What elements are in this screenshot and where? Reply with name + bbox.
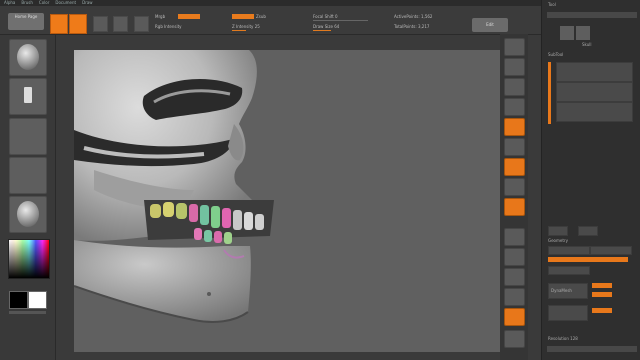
alpha-selector[interactable] xyxy=(9,118,47,155)
local-icon[interactable] xyxy=(504,198,525,216)
floor-icon[interactable] xyxy=(504,178,525,196)
material-sphere-icon xyxy=(17,201,39,227)
draw-mode-button[interactable] xyxy=(50,14,68,34)
panel-bottom-row[interactable] xyxy=(547,346,637,352)
subtool-item-3[interactable] xyxy=(556,102,633,122)
lsym-icon[interactable] xyxy=(504,228,525,246)
resolution-label: Resolution 128 xyxy=(548,336,578,341)
active-points-readout: ActivePoints: 1,562 xyxy=(394,14,433,19)
rotate-mode-button[interactable] xyxy=(113,16,128,32)
brush-selector[interactable] xyxy=(9,39,47,76)
edit-button[interactable]: Edit xyxy=(472,18,508,32)
bpr-icon[interactable] xyxy=(504,38,525,56)
resolution-slider[interactable] xyxy=(592,308,612,313)
divide-button[interactable] xyxy=(578,226,598,236)
edit-mode-button[interactable] xyxy=(134,16,149,32)
color-picker[interactable] xyxy=(8,239,50,279)
stroke-selector[interactable] xyxy=(9,78,47,115)
secondary-color-swatch[interactable] xyxy=(28,291,47,309)
focal-shift-slider[interactable]: Focal Shift 0 xyxy=(313,14,373,21)
tool-thumb-1[interactable] xyxy=(560,26,574,40)
dynamesh-group-toggle[interactable] xyxy=(592,283,612,288)
home-page-button[interactable]: Home Page xyxy=(8,13,44,30)
geometry-button[interactable] xyxy=(548,226,568,236)
tool-palette: Tool Skull SubTool Geometry DynaMesh Res… xyxy=(541,0,640,360)
higher-res-button[interactable] xyxy=(590,246,632,255)
left-shelf xyxy=(0,35,56,360)
zadd-toggle[interactable] xyxy=(232,14,254,19)
zremesher-button[interactable] xyxy=(548,305,588,321)
main-color-swatch[interactable] xyxy=(9,291,28,309)
scale-mode-button[interactable] xyxy=(93,16,108,32)
rotate-icon[interactable] xyxy=(504,330,525,348)
scale-icon[interactable] xyxy=(504,308,525,326)
xyz-icon[interactable] xyxy=(504,248,525,266)
zsub-toggle[interactable]: Zsub xyxy=(256,14,276,19)
zoom-icon[interactable] xyxy=(504,98,525,116)
stroke-icon xyxy=(24,87,32,103)
subtool-item-2[interactable] xyxy=(556,82,633,102)
subtool-label[interactable]: SubTool xyxy=(548,52,563,57)
scroll-icon[interactable] xyxy=(504,78,525,96)
viewport-canvas[interactable] xyxy=(74,50,500,352)
dynamesh-button[interactable]: DynaMesh xyxy=(548,283,588,299)
material-selector[interactable] xyxy=(9,196,47,233)
tool-thumb-2[interactable] xyxy=(576,26,590,40)
rgb-toggle[interactable] xyxy=(178,14,200,19)
z-intensity-slider[interactable]: Z Intensity 25 xyxy=(232,24,292,31)
aahalf-icon[interactable] xyxy=(504,138,525,156)
persp-icon[interactable] xyxy=(504,158,525,176)
sdiv-slider[interactable] xyxy=(548,257,628,262)
tool-thumb-label: Skull xyxy=(582,42,592,47)
move-mode-button[interactable] xyxy=(69,14,87,34)
mrgb-toggle[interactable]: Mrgb xyxy=(155,14,175,19)
subtool-item-1[interactable] xyxy=(556,62,633,82)
del-lower-button[interactable] xyxy=(548,266,590,275)
tool-header: Tool xyxy=(548,2,556,7)
skull-model xyxy=(74,50,274,323)
right-shelf xyxy=(500,34,528,360)
rgb-intensity-slider[interactable]: Rgb Intensity xyxy=(155,24,215,29)
dynamesh-polish-toggle[interactable] xyxy=(592,292,612,297)
geometry-label: Geometry xyxy=(548,238,568,243)
lower-res-button[interactable] xyxy=(548,246,590,255)
draw-size-slider[interactable]: Draw Size 64 xyxy=(313,24,373,31)
frame-icon[interactable] xyxy=(504,268,525,286)
spix-icon[interactable] xyxy=(504,58,525,76)
move-icon[interactable] xyxy=(504,288,525,306)
switch-color-bar[interactable] xyxy=(9,311,46,314)
load-tool-row[interactable] xyxy=(547,12,637,18)
top-shelf: Home Page Mrgb Rgb Intensity Zsub Z Inte… xyxy=(0,6,545,35)
actual-icon[interactable] xyxy=(504,118,525,136)
total-points-readout: TotalPoints: 3,217 xyxy=(394,24,430,29)
texture-selector[interactable] xyxy=(9,157,47,194)
subtool-scroll[interactable] xyxy=(548,62,551,124)
brush-sphere-icon xyxy=(17,44,39,70)
